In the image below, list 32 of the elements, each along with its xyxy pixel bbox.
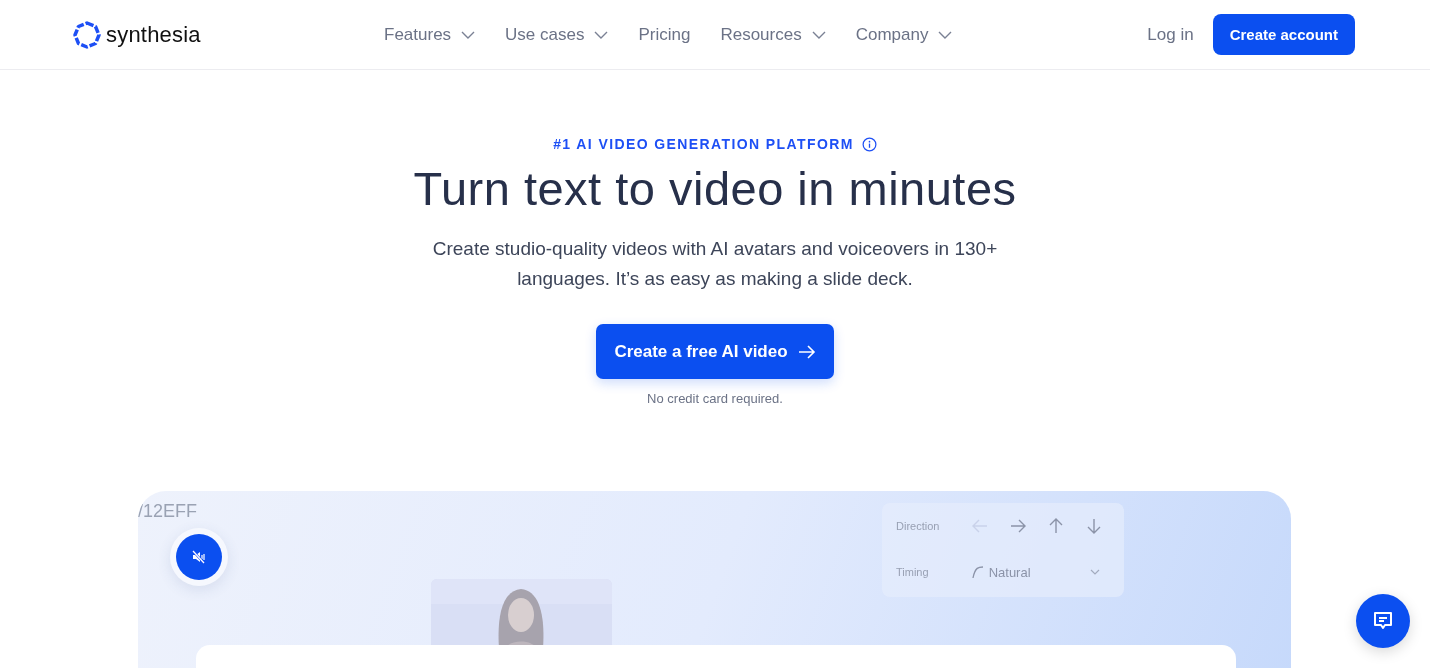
chevron-down-icon[interactable] xyxy=(461,30,476,39)
create-video-button[interactable]: Create a free AI video xyxy=(596,324,834,379)
hero-subtitle: Create studio-quality videos with AI avatars and voiceovers in 130+ languages. It’s as easy as making a slide deck. xyxy=(431,237,999,291)
curve-icon xyxy=(970,565,985,579)
logo-wordmark[interactable]: synthesia xyxy=(106,21,201,48)
logo-icon xyxy=(73,20,101,49)
arrow-icon[interactable] xyxy=(1047,517,1065,535)
chevron-down-icon[interactable] xyxy=(594,30,609,39)
chevron-down-icon[interactable] xyxy=(811,30,826,39)
arrow-icon[interactable] xyxy=(1009,517,1027,535)
code-fragment: /12EFF xyxy=(138,501,198,522)
login-link[interactable]: Log in xyxy=(1147,24,1194,45)
arrow-right-icon xyxy=(797,344,816,359)
chevron-down-icon xyxy=(1090,569,1100,575)
arrow-icon[interactable] xyxy=(1085,517,1103,535)
chevron-down-icon[interactable] xyxy=(938,30,953,39)
setting-label: Timing xyxy=(896,566,930,578)
eyebrow-text: #1 AI VIDEO GENERATION PLATFORM xyxy=(553,136,854,152)
nav-link[interactable]: Features xyxy=(384,24,452,45)
chat-button[interactable] xyxy=(1356,594,1410,648)
nav-link[interactable]: Company xyxy=(855,24,929,45)
mute-button[interactable] xyxy=(176,534,222,580)
nav-link[interactable]: Use cases xyxy=(505,24,585,45)
timing-select[interactable]: Natural xyxy=(970,564,1110,580)
hero-title: Turn text to video in minutes xyxy=(413,161,1017,216)
setting-label: Direction xyxy=(896,520,941,532)
muted-speaker-icon xyxy=(191,549,207,565)
nav-link[interactable]: Resources xyxy=(720,24,802,45)
create-account-button[interactable]: Create account xyxy=(1212,14,1355,55)
nav-link[interactable]: Pricing xyxy=(638,24,691,45)
cta-note: No credit card required. xyxy=(647,391,783,406)
info-icon[interactable] xyxy=(861,136,877,152)
